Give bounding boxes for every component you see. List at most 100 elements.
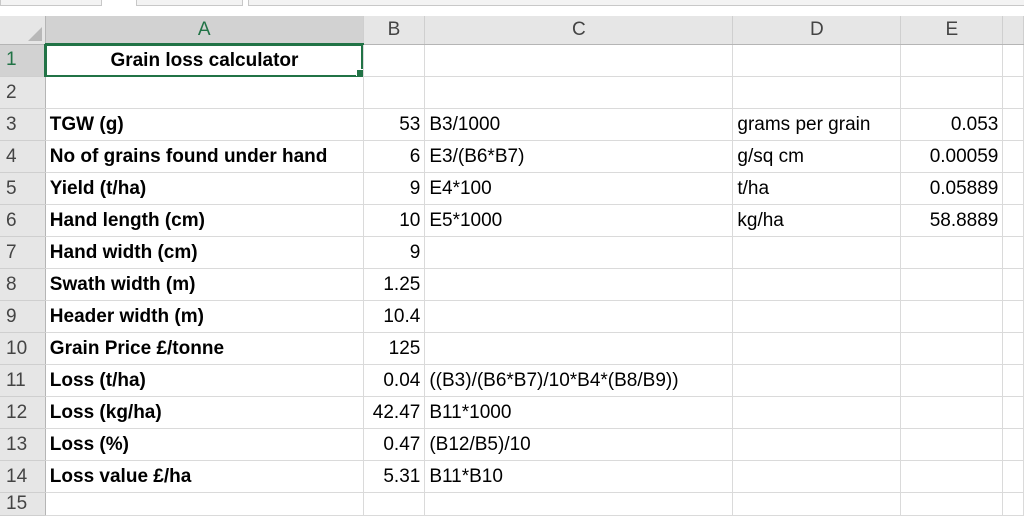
row-header[interactable]: 9: [0, 300, 46, 333]
cell[interactable]: [900, 460, 1004, 493]
column-header-d[interactable]: D: [732, 16, 902, 45]
cell[interactable]: [900, 332, 1004, 365]
cell-label[interactable]: Loss (kg/ha): [45, 396, 364, 429]
cell[interactable]: [424, 492, 734, 516]
cell-unit[interactable]: kg/ha: [732, 204, 902, 237]
cell[interactable]: [900, 396, 1004, 429]
cell-label[interactable]: TGW (g): [45, 108, 364, 141]
cell-label[interactable]: No of grains found under hand: [45, 140, 364, 173]
cell[interactable]: [900, 44, 1004, 77]
cell-value[interactable]: 42.47: [363, 396, 426, 429]
cell[interactable]: [732, 492, 902, 516]
row-header[interactable]: 6: [0, 204, 46, 237]
row-header[interactable]: 12: [0, 396, 46, 429]
cell[interactable]: [1002, 108, 1024, 141]
cell[interactable]: [732, 44, 902, 77]
cell[interactable]: [732, 236, 902, 269]
row-header[interactable]: 2: [0, 76, 46, 109]
row-header[interactable]: 11: [0, 364, 46, 397]
cell-result[interactable]: 0.053: [900, 108, 1004, 141]
column-header-c[interactable]: C: [424, 16, 734, 45]
cell-label[interactable]: Hand length (cm): [45, 204, 364, 237]
cell[interactable]: [1002, 140, 1024, 173]
cell-formula-text[interactable]: B3/1000: [424, 108, 734, 141]
cell-value[interactable]: 0.47: [363, 428, 426, 461]
cell-formula-text[interactable]: (B12/B5)/10: [424, 428, 734, 461]
cell-value[interactable]: 53: [363, 108, 426, 141]
cell-unit[interactable]: grams per grain: [732, 108, 902, 141]
cell[interactable]: [1002, 396, 1024, 429]
column-header-a[interactable]: A: [45, 16, 364, 45]
cell[interactable]: [1002, 236, 1024, 269]
cell[interactable]: [424, 44, 734, 77]
cell-label[interactable]: Header width (m): [45, 300, 364, 333]
cell[interactable]: [1002, 332, 1024, 365]
cell[interactable]: [900, 492, 1004, 516]
row-header[interactable]: 15: [0, 492, 46, 516]
cell-result[interactable]: 0.05889: [900, 172, 1004, 205]
cell-formula-text[interactable]: B11*B10: [424, 460, 734, 493]
row-header[interactable]: 3: [0, 108, 46, 141]
cell[interactable]: [900, 268, 1004, 301]
cell[interactable]: [1002, 364, 1024, 397]
cell[interactable]: [363, 44, 426, 77]
cell[interactable]: [424, 236, 734, 269]
cell-value[interactable]: 5.31: [363, 460, 426, 493]
cell-a1-title[interactable]: Grain loss calculator: [45, 44, 364, 77]
cell[interactable]: [900, 364, 1004, 397]
cell[interactable]: [1002, 204, 1024, 237]
cell[interactable]: [363, 76, 426, 109]
cell[interactable]: [1002, 492, 1024, 516]
cell-value[interactable]: 9: [363, 172, 426, 205]
cell[interactable]: [1002, 428, 1024, 461]
row-header[interactable]: 8: [0, 268, 46, 301]
cell-label[interactable]: Yield (t/ha): [45, 172, 364, 205]
cell[interactable]: [424, 300, 734, 333]
cell[interactable]: [363, 492, 426, 516]
cell[interactable]: [45, 492, 364, 516]
row-header[interactable]: 4: [0, 140, 46, 173]
column-header-e[interactable]: E: [900, 16, 1004, 45]
cell[interactable]: [732, 364, 902, 397]
row-header[interactable]: 7: [0, 236, 46, 269]
cell[interactable]: [1002, 300, 1024, 333]
column-header-f[interactable]: [1002, 16, 1024, 45]
row-header[interactable]: 1: [0, 44, 47, 77]
cell-label[interactable]: Swath width (m): [45, 268, 364, 301]
cell-formula-text[interactable]: E3/(B6*B7): [424, 140, 734, 173]
cell[interactable]: [424, 268, 734, 301]
cell[interactable]: [900, 76, 1004, 109]
row-header[interactable]: 10: [0, 332, 46, 365]
cell-label[interactable]: Loss value £/ha: [45, 460, 364, 493]
cell[interactable]: [732, 460, 902, 493]
row-header[interactable]: 14: [0, 460, 46, 493]
cell-label[interactable]: Grain Price £/tonne: [45, 332, 364, 365]
cell[interactable]: [732, 300, 902, 333]
cell-value[interactable]: 0.04: [363, 364, 426, 397]
cell[interactable]: [900, 236, 1004, 269]
cell-label[interactable]: Loss (t/ha): [45, 364, 364, 397]
cell[interactable]: [1002, 172, 1024, 205]
cell-value[interactable]: 1.25: [363, 268, 426, 301]
cell[interactable]: [1002, 460, 1024, 493]
cell[interactable]: [732, 76, 902, 109]
cell[interactable]: [732, 428, 902, 461]
cell-unit[interactable]: t/ha: [732, 172, 902, 205]
select-all-corner[interactable]: [0, 16, 46, 45]
cell[interactable]: [732, 332, 902, 365]
cell-value[interactable]: 9: [363, 236, 426, 269]
cell[interactable]: [900, 428, 1004, 461]
row-header[interactable]: 13: [0, 428, 46, 461]
fill-handle[interactable]: [355, 69, 363, 76]
cell-value[interactable]: 6: [363, 140, 426, 173]
cell[interactable]: [1002, 44, 1024, 77]
cell-value[interactable]: 10.4: [363, 300, 426, 333]
row-header[interactable]: 5: [0, 172, 46, 205]
cell-label[interactable]: Loss (%): [45, 428, 364, 461]
cell[interactable]: [900, 300, 1004, 333]
cell-label[interactable]: Hand width (cm): [45, 236, 364, 269]
cell-unit[interactable]: g/sq cm: [732, 140, 902, 173]
cell[interactable]: [732, 268, 902, 301]
cell-formula-text[interactable]: E5*1000: [424, 204, 734, 237]
cell[interactable]: [732, 396, 902, 429]
